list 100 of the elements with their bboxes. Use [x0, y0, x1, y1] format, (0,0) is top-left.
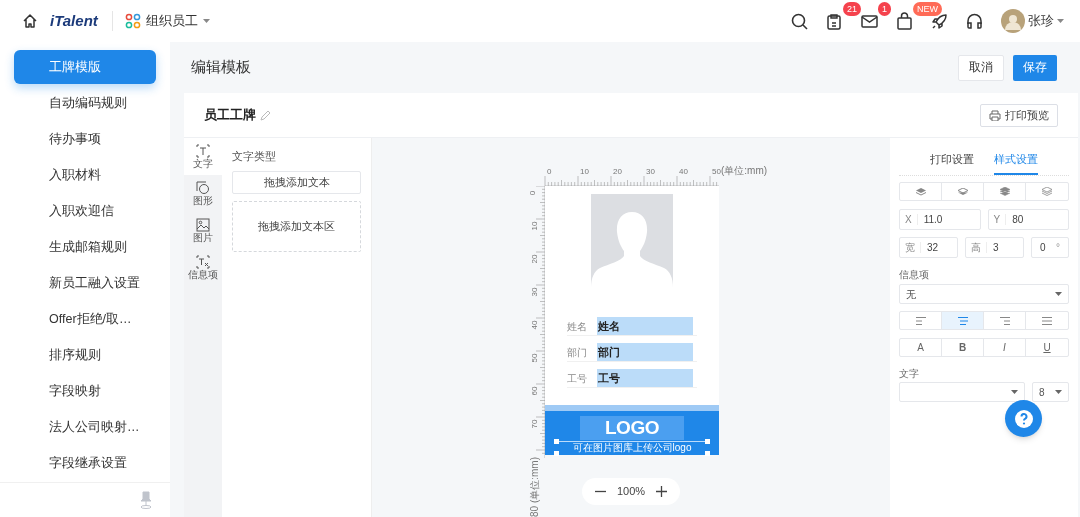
sidebar-item[interactable]: 新员工融入设置 [14, 266, 156, 300]
align-button[interactable] [942, 312, 984, 329]
shopping-bag-button[interactable] [894, 11, 914, 31]
font-style-button[interactable]: A [900, 339, 942, 356]
tool-tab[interactable]: 图形 [184, 175, 222, 212]
question-icon [1013, 408, 1034, 429]
search-button[interactable] [789, 11, 809, 31]
sidebar-item[interactable]: 排序规则 [14, 338, 156, 372]
sidebar-item[interactable]: 自动编码规则 [14, 86, 156, 120]
sidebar-item[interactable]: Offer拒绝/取… [14, 302, 156, 336]
layer-up-icon [915, 187, 926, 196]
ruler-unit: 80 (单位:mm) [530, 457, 540, 517]
zoom-value: 100% [616, 484, 646, 500]
ruler-label: 30 [646, 168, 655, 176]
clipboard-button[interactable] [824, 11, 844, 31]
ruler-label: 10 [580, 168, 589, 176]
align-justify-icon [1042, 316, 1052, 325]
number-field[interactable]: 高 3 [965, 237, 1024, 258]
ruler-label: 50 [531, 353, 540, 363]
layer-top-icon [999, 187, 1010, 196]
text-tool-icon [196, 144, 210, 158]
ruler-label: 40 [679, 168, 688, 176]
tool-tab[interactable]: 文字 [184, 138, 222, 175]
text-area-drag-item[interactable]: 拖拽添加文本区 [232, 200, 361, 252]
sidebar-item[interactable]: 生成邮箱规则 [14, 230, 156, 264]
font-style-button[interactable]: U [1026, 339, 1068, 356]
sidebar-item[interactable]: 待办事项 [14, 122, 156, 156]
resize-handle[interactable] [554, 451, 559, 456]
cancel-button[interactable]: 取消 [958, 54, 1004, 81]
field-label: 文字 [899, 367, 920, 381]
sidebar-item[interactable]: 法人公司映射… [14, 410, 156, 444]
font-style-button[interactable]: I [984, 339, 1026, 356]
user-menu[interactable]: 张珍 [1001, 9, 1064, 33]
field-label: 姓名 [567, 319, 588, 334]
resize-handle[interactable] [554, 439, 559, 444]
ruler-label: 10 [531, 221, 540, 231]
text-drag-item[interactable]: 拖拽添加文本 [232, 170, 361, 194]
save-button[interactable]: 保存 [1013, 54, 1057, 81]
settings-tab[interactable]: 打印设置 [930, 145, 974, 175]
field-placeholder[interactable]: 部门 [597, 343, 693, 361]
align-left-icon [915, 316, 926, 325]
shopping-bag-icon [894, 11, 914, 31]
search-icon [789, 11, 809, 31]
number-field[interactable]: 宽 32 [899, 237, 958, 258]
rotation-field[interactable]: 0 ° [1031, 237, 1069, 258]
panel-heading: 文字类型 [232, 149, 277, 164]
printer-icon [989, 109, 1001, 121]
align-center-icon [957, 316, 968, 325]
ruler-unit: (单位:mm) [721, 166, 768, 176]
tool-tab[interactable]: 信息项 [184, 249, 222, 286]
home-icon[interactable] [22, 13, 38, 29]
avatar [1001, 9, 1025, 33]
settings-tab[interactable]: 样式设置 [994, 145, 1038, 175]
ruler-label: 20 [613, 168, 622, 176]
page-title: 编辑模板 [191, 57, 251, 78]
align-right-icon [999, 316, 1010, 325]
ruler-label: 0 [547, 168, 552, 176]
caret-icon [1057, 19, 1064, 23]
module-switcher[interactable]: 组织员工 [124, 11, 210, 31]
rocket-button[interactable] [929, 11, 949, 31]
sidebar-item[interactable]: 字段继承设置 [14, 446, 156, 480]
resize-handle[interactable] [705, 439, 710, 444]
caret-icon [1011, 390, 1018, 394]
ruler-label: 0 [529, 190, 538, 196]
field-placeholder[interactable]: 姓名 [597, 317, 693, 335]
logo-caption[interactable]: 可在图片图库上传公司logo [557, 441, 707, 453]
rocket-icon [929, 11, 949, 31]
sidebar-item[interactable]: 工牌模版 [14, 50, 156, 84]
headset-icon [964, 11, 984, 31]
plus-icon[interactable] [655, 486, 667, 497]
tool-tab[interactable]: 图片 [184, 212, 222, 249]
card-title: 员工工牌 [204, 106, 256, 125]
font-style-button[interactable]: B [942, 339, 984, 356]
shape-tool-icon [196, 181, 210, 195]
sidebar-item[interactable]: 入职欢迎信 [14, 194, 156, 228]
sidebar-item[interactable]: 入职材料 [14, 158, 156, 192]
font-size-select[interactable]: 8 [1032, 382, 1069, 402]
ruler-label: 50 [712, 168, 721, 176]
headset-button[interactable] [964, 11, 984, 31]
apps-icon [124, 13, 141, 29]
field-label: 部门 [567, 345, 588, 360]
resize-handle[interactable] [705, 451, 710, 456]
count-badge: NEW [913, 2, 942, 16]
number-field[interactable]: Y 80 [987, 209, 1069, 230]
number-field[interactable]: X 11.0 [899, 209, 981, 230]
field-placeholder[interactable]: 工号 [597, 369, 693, 387]
layer-bottom-icon [1042, 187, 1052, 196]
print-preview-button[interactable]: 打印预览 [980, 103, 1058, 127]
caret-icon [1055, 390, 1062, 394]
info-select[interactable]: 无 [899, 284, 1069, 304]
count-badge: 21 [843, 2, 861, 16]
caret-icon [1055, 292, 1062, 296]
image-tool-icon [196, 218, 210, 232]
pencil-icon[interactable] [260, 109, 271, 121]
sidebar-item[interactable]: 字段映射 [14, 374, 156, 408]
ruler-label: 20 [531, 254, 540, 264]
field-label: 工号 [567, 371, 588, 386]
caret-icon [202, 19, 210, 23]
brand-logo[interactable]: iTalent [50, 9, 98, 33]
field-label: 信息项 [899, 268, 930, 282]
